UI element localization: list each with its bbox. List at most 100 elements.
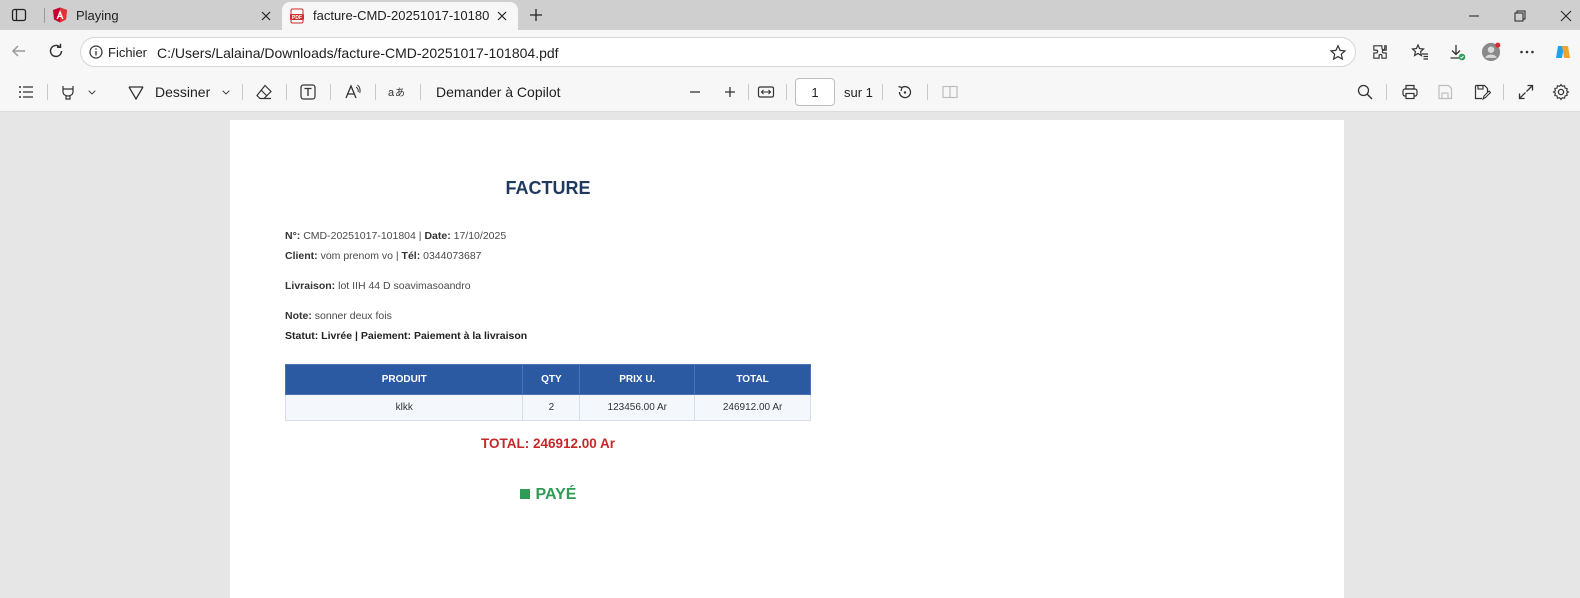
zoom-in-icon[interactable]: [721, 82, 739, 102]
chevron-down-icon[interactable]: [220, 82, 232, 102]
fullscreen-icon[interactable]: [1517, 82, 1535, 102]
tab-actions-icon[interactable]: [8, 5, 30, 25]
header-product: PRODUIT: [284, 364, 524, 395]
toolbar-divider: [786, 84, 787, 100]
reload-icon[interactable]: [46, 41, 66, 61]
toolbar-divider: [927, 84, 928, 100]
client-line: Client: vom prenom vo | Tél: 0344073687: [285, 250, 482, 262]
page-view-icon[interactable]: [941, 82, 959, 102]
settings-gear-icon[interactable]: [1552, 82, 1570, 102]
favorites-icon[interactable]: [1410, 42, 1430, 62]
svg-text:a: a: [388, 87, 395, 99]
date-label: Date:: [424, 230, 451, 242]
search-icon[interactable]: [1356, 82, 1374, 102]
tab-title: facture-CMD-20251017-101804.pdf: [313, 8, 489, 23]
toolbar-divider: [1386, 84, 1387, 100]
header-unit-price: PRIX U.: [579, 364, 696, 395]
delivery-line: Livraison: lot IIH 44 D soavimasoandro: [285, 280, 471, 292]
ask-copilot-button[interactable]: Demander à Copilot: [436, 82, 561, 102]
invoice-number: CMD-20251017-101804: [303, 230, 416, 242]
save-icon[interactable]: [1436, 82, 1454, 102]
close-icon[interactable]: [258, 8, 274, 24]
header-qty: QTY: [522, 364, 581, 395]
toolbar-divider: [47, 84, 48, 100]
invoice-total: TOTAL: 246912.00 Ar: [480, 436, 616, 451]
restore-icon[interactable]: [1510, 6, 1530, 26]
address-row: Fichier C:/Users/Lalaina/Downloads/factu…: [0, 30, 1580, 72]
ask-copilot-label: Demander à Copilot: [436, 84, 561, 100]
status-line: Statut: Livrée | Paiement: Paiement à la…: [285, 330, 528, 342]
translate-icon[interactable]: aあ: [388, 82, 406, 102]
copilot-icon[interactable]: [1553, 42, 1573, 62]
table-of-contents-icon[interactable]: [17, 82, 35, 102]
zoom-out-icon[interactable]: [686, 82, 704, 102]
save-as-icon[interactable]: [1473, 82, 1491, 102]
paid-square-icon: [519, 489, 530, 499]
close-icon[interactable]: [494, 8, 510, 24]
svg-text:PDF: PDF: [292, 15, 302, 21]
client-name: vom prenom vo: [320, 250, 393, 262]
close-window-icon[interactable]: [1556, 6, 1576, 26]
note-label: Note:: [285, 310, 312, 322]
favorite-star-icon[interactable]: [1329, 44, 1347, 62]
info-icon[interactable]: [89, 45, 103, 59]
note-text: sonner deux fois: [314, 310, 392, 322]
rotate-icon[interactable]: [896, 82, 914, 102]
angular-icon: [52, 7, 68, 23]
toolbar-divider: [286, 84, 287, 100]
eraser-icon[interactable]: [255, 82, 273, 102]
pdf-icon: PDF: [289, 8, 305, 24]
toolbar-divider: [748, 84, 749, 100]
toolbar-divider: [375, 84, 376, 100]
chevron-down-icon[interactable]: [86, 82, 98, 102]
page-total-label: sur 1: [844, 84, 873, 100]
cell-qty: 2: [522, 394, 581, 421]
note-line: Note: sonner deux fois: [285, 310, 392, 322]
downloads-icon[interactable]: [1447, 42, 1467, 62]
new-tab-icon[interactable]: [526, 5, 546, 25]
cell-total: 246912.00 Ar: [694, 394, 811, 421]
url-text[interactable]: C:/Users/Lalaina/Downloads/facture-CMD-2…: [157, 45, 559, 61]
client-tel: 0344073687: [423, 250, 482, 262]
tel-label: Tél:: [401, 250, 421, 262]
toolbar-divider: [1503, 84, 1504, 100]
header-total: TOTAL: [694, 364, 811, 395]
tab-playing[interactable]: Playing: [44, 2, 278, 30]
number-label: N°:: [285, 230, 301, 242]
back-arrow-icon[interactable]: [9, 41, 29, 61]
highlight-icon[interactable]: [59, 82, 77, 102]
fit-to-width-icon[interactable]: [757, 82, 775, 102]
text-box-icon[interactable]: [299, 82, 317, 102]
scheme-label: Fichier: [108, 45, 148, 60]
tab-strip: Playing PDF facture-CMD-20251017-101804.…: [0, 0, 1580, 30]
paid-status: PAYÉ: [230, 486, 866, 504]
pdf-page: FACTURE N°: CMD-20251017-101804 | Date: …: [230, 120, 1344, 598]
toolbar-divider: [420, 84, 421, 100]
delivery-label: Livraison:: [285, 280, 336, 292]
profile-avatar-icon[interactable]: [1481, 42, 1501, 62]
client-label: Client:: [285, 250, 318, 262]
tab-title: Playing: [76, 8, 119, 23]
invoice-number-line: N°: CMD-20251017-101804 | Date: 17/10/20…: [285, 230, 507, 242]
invoice-date: 17/10/2025: [453, 230, 507, 242]
tab-pdf[interactable]: PDF facture-CMD-20251017-101804.pdf: [282, 2, 518, 30]
cell-product: klkk: [284, 394, 524, 421]
print-icon[interactable]: [1401, 82, 1419, 102]
toolbar-divider: [882, 84, 883, 100]
toolbar-divider: [330, 84, 331, 100]
toolbar-divider: [242, 84, 243, 100]
invoice-items-table: PRODUIT QTY PRIX U. TOTAL klkk 2 123456.…: [284, 364, 811, 421]
draw-button[interactable]: Dessiner: [127, 82, 210, 102]
read-aloud-icon[interactable]: [344, 82, 362, 102]
table-row: klkk 2 123456.00 Ar 246912.00 Ar: [284, 394, 811, 421]
paid-label: PAYÉ: [535, 486, 577, 503]
more-options-icon[interactable]: [1517, 42, 1537, 62]
address-bar[interactable]: Fichier C:/Users/Lalaina/Downloads/factu…: [80, 37, 1356, 67]
delivery-address: lot IIH 44 D soavimasoandro: [338, 280, 471, 292]
extensions-icon[interactable]: [1370, 42, 1390, 62]
pdf-viewer[interactable]: FACTURE N°: CMD-20251017-101804 | Date: …: [0, 112, 1580, 598]
svg-text:あ: あ: [395, 87, 405, 99]
page-number-input[interactable]: 1: [795, 78, 835, 106]
invoice-title: FACTURE: [505, 178, 591, 198]
minimize-icon[interactable]: [1464, 6, 1484, 26]
